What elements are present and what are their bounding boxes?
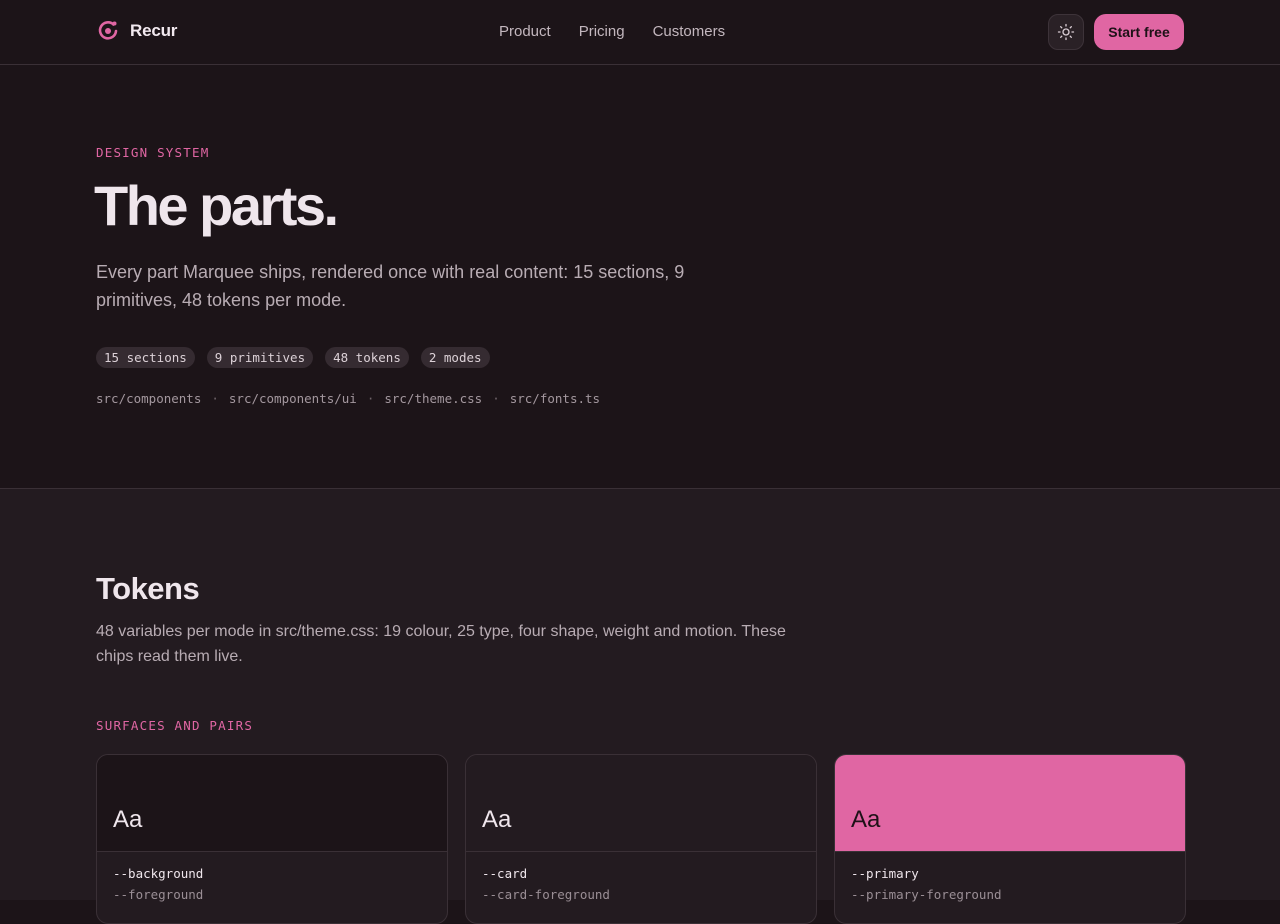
brand[interactable]: Recur [96, 19, 177, 43]
path-separator: · [211, 391, 219, 406]
page-title: The parts. [94, 174, 339, 237]
tokens-title: Tokens [96, 571, 200, 606]
hero-eyebrow: DESIGN SYSTEM [96, 145, 210, 160]
tokens-section: Tokens 48 variables per mode in src/them… [0, 489, 1280, 924]
token-cards: Aa --background --foreground Aa --card -… [96, 754, 1186, 924]
swatch-sample: Aa [113, 806, 143, 833]
token-pair-variable: --foreground [113, 887, 204, 902]
theme-toggle-button[interactable] [1048, 14, 1084, 50]
token-card-primary: Aa --primary --primary-foreground [834, 754, 1186, 924]
token-card-body: --background --foreground [97, 852, 447, 916]
nav-link-pricing[interactable]: Pricing [579, 23, 625, 40]
token-variable: --primary [851, 866, 919, 881]
chip-sections: 15 sections [96, 347, 195, 368]
swatch-sample: Aa [851, 806, 881, 833]
hero-section: DESIGN SYSTEM The parts. Every part Marq… [0, 65, 1280, 489]
chip-tokens: 48 tokens [325, 347, 409, 368]
token-pair-variable: --primary-foreground [851, 887, 1002, 902]
token-swatch: Aa [835, 755, 1185, 852]
sun-icon [1057, 23, 1075, 41]
path-fonts-ts: src/fonts.ts [509, 391, 601, 406]
brand-name: Recur [130, 21, 178, 40]
path-separator: · [366, 391, 375, 406]
token-swatch: Aa [97, 755, 447, 852]
path-components-ui: src/components/ui [228, 391, 357, 406]
token-card-card: Aa --card --card-foreground [465, 754, 817, 924]
token-variable: --background [113, 866, 204, 881]
nav-link-customers[interactable]: Customers [653, 23, 726, 40]
start-free-button[interactable]: Start free [1094, 14, 1184, 50]
token-card-body: --card --card-foreground [466, 852, 816, 916]
swatch-sample: Aa [482, 806, 512, 833]
token-pair-variable: --card-foreground [482, 887, 610, 902]
surfaces-group-label: SURFACES AND PAIRS [96, 718, 254, 733]
token-variable: --card [482, 866, 528, 881]
hero-description: Every part Marquee ships, rendered once … [96, 262, 685, 310]
token-swatch: Aa [466, 755, 816, 852]
stats-chips: 15 sections 9 primitives 48 tokens 2 mod… [96, 347, 490, 368]
token-card-body: --primary --primary-foreground [835, 852, 1185, 916]
path-separator: · [492, 391, 500, 406]
chip-primitives: 9 primitives [206, 347, 314, 368]
nav-link-product[interactable]: Product [499, 23, 551, 40]
chip-modes: 2 modes [420, 347, 490, 368]
path-components: src/components [96, 391, 202, 406]
primary-nav: Product Pricing Customers [499, 23, 725, 40]
source-paths: src/components · src/components/ui · src… [96, 391, 600, 406]
top-navigation: Recur Product Pricing Customers Start fr… [0, 0, 1280, 65]
path-theme-css: src/theme.css [384, 391, 483, 406]
tokens-description: 48 variables per mode in src/theme.css: … [96, 623, 786, 665]
token-card-background: Aa --background --foreground [96, 754, 448, 924]
brand-logo-icon [98, 21, 118, 40]
